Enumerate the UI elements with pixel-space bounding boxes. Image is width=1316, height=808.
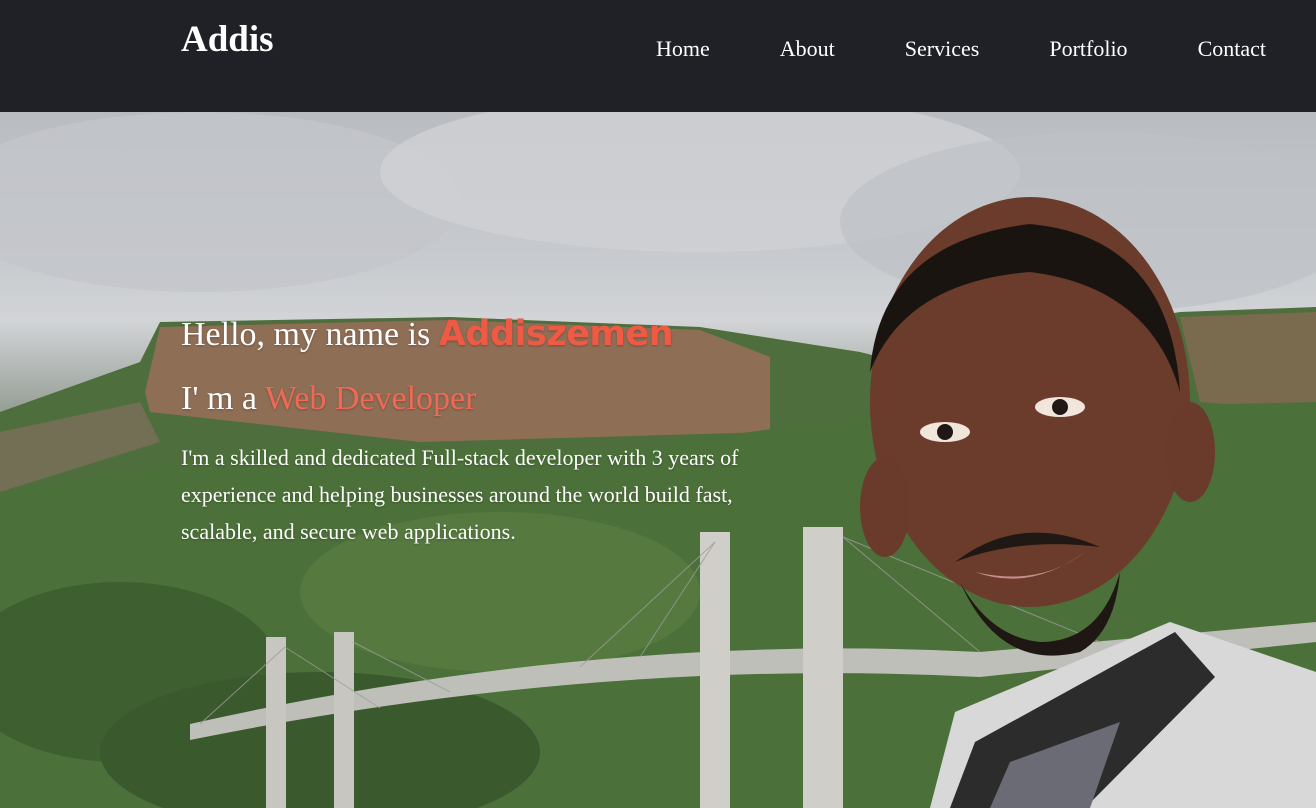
hero-name: Addiszemen xyxy=(438,314,674,354)
brand-logo[interactable]: Addis xyxy=(181,18,274,61)
nav-portfolio[interactable]: Portfolio xyxy=(1049,36,1127,62)
nav-services[interactable]: Services xyxy=(905,36,980,62)
nav-contact[interactable]: Contact xyxy=(1198,36,1266,62)
hero-section: Hello, my name is Addiszemen I' m a Web … xyxy=(0,112,1316,808)
nav-about[interactable]: About xyxy=(780,36,835,62)
nav-links: Home About Services Portfolio Contact xyxy=(656,36,1266,62)
hero-bio: I'm a skilled and dedicated Full-stack d… xyxy=(181,445,739,544)
role-prefix: I' m a xyxy=(181,380,265,417)
greeting-prefix: Hello, my name is xyxy=(181,316,439,353)
hero-greeting: Hello, my name is Addiszemen xyxy=(181,312,741,357)
role-title: Web Developer xyxy=(264,380,477,417)
navbar: Addis Home About Services Portfolio Cont… xyxy=(0,0,1316,112)
hero-role: I' m a Web Developer xyxy=(181,377,741,421)
nav-home[interactable]: Home xyxy=(656,36,710,62)
hero-text: Hello, my name is Addiszemen I' m a Web … xyxy=(181,312,741,550)
